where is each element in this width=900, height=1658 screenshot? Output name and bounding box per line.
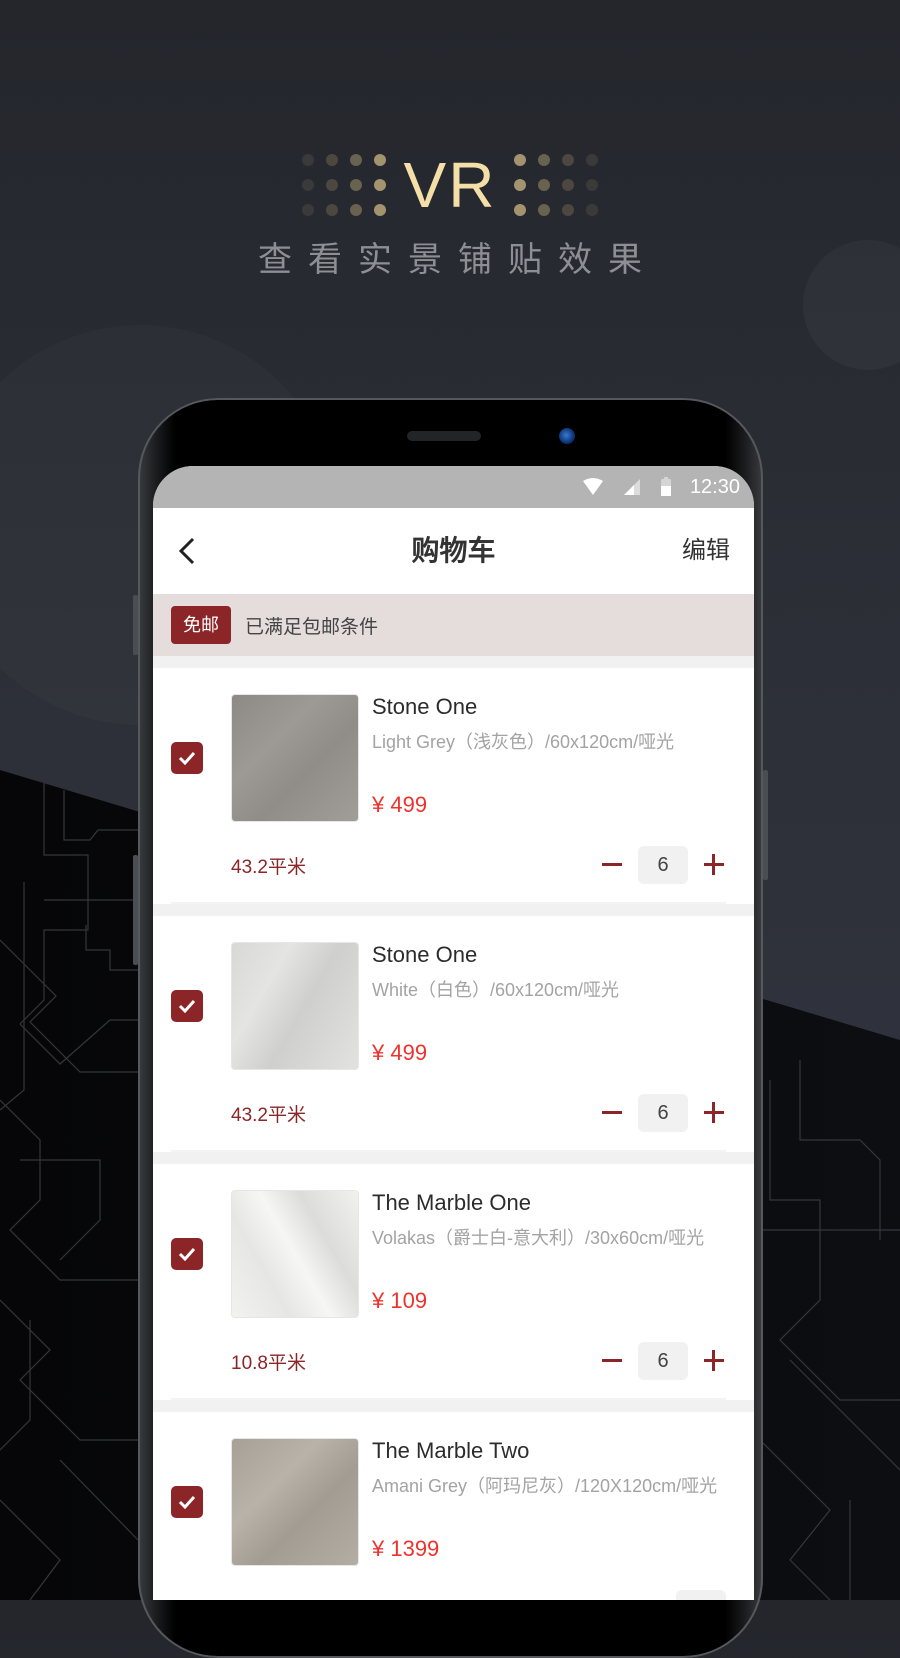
product-thumbnail[interactable] — [231, 942, 359, 1070]
checkmark-icon — [178, 1247, 196, 1261]
product-thumbnail[interactable] — [231, 694, 359, 822]
status-time: 12:30 — [689, 475, 740, 498]
product-spec: Volakas（爵士白-意大利）/30x60cm/哑光 — [372, 1228, 705, 1248]
product-name[interactable]: The Marble One — [372, 1190, 531, 1216]
product-spec: Light Grey（浅灰色）/60x120cm/哑光 — [372, 732, 675, 752]
power-button — [763, 770, 768, 880]
earpiece-speaker — [407, 431, 481, 441]
phone-screen: 12:30 购物车 编辑 免邮 已满足包邮条件 Stone One Light … — [153, 466, 754, 1600]
product-spec: White（白色）/60x120cm/哑光 — [372, 980, 620, 1000]
battery-icon — [660, 477, 671, 496]
decrease-button[interactable] — [600, 853, 624, 877]
cart-item: The Marble One Volakas（爵士白-意大利）/30x60cm/… — [153, 1164, 754, 1400]
bixby-button — [133, 855, 138, 965]
free-shipping-text: 已满足包邮条件 — [245, 616, 379, 638]
page-title: 购物车 — [411, 535, 496, 566]
free-shipping-banner: 免邮 已满足包邮条件 — [153, 594, 754, 656]
cellular-signal-icon — [623, 479, 640, 495]
quantity-stepper: 6 — [600, 846, 726, 884]
wifi-icon — [582, 478, 603, 495]
product-thumbnail[interactable] — [231, 1190, 359, 1318]
item-checkbox[interactable] — [171, 1238, 203, 1270]
hero-subtitle: 查看实景铺贴效果 — [258, 240, 658, 280]
item-checkbox[interactable] — [171, 990, 203, 1022]
increase-button[interactable] — [702, 1349, 726, 1373]
free-shipping-badge: 免邮 — [171, 606, 231, 644]
product-area: 10.8平米 — [231, 1353, 306, 1374]
quantity-stepper — [638, 1590, 726, 1600]
checkmark-icon — [178, 1495, 196, 1509]
checkmark-icon — [178, 999, 196, 1013]
product-name[interactable]: Stone One — [372, 694, 477, 720]
cart-item: Stone One Light Grey（浅灰色）/60x120cm/哑光 ¥ … — [153, 668, 754, 904]
cart-item: Stone One White（白色）/60x120cm/哑光 ¥ 499 43… — [153, 916, 754, 1152]
product-name[interactable]: Stone One — [372, 942, 477, 968]
volume-button — [133, 595, 138, 655]
dots-decoration-left — [301, 154, 386, 216]
quantity-value[interactable]: 6 — [638, 1094, 688, 1132]
front-camera — [559, 428, 575, 444]
quantity-value[interactable]: 6 — [638, 846, 688, 884]
item-checkbox[interactable] — [171, 742, 203, 774]
product-price: ¥ 499 — [372, 1040, 428, 1065]
quantity-stepper: 6 — [600, 1094, 726, 1132]
product-area: 43.2平米 — [231, 1105, 306, 1126]
status-bar: 12:30 — [153, 466, 754, 508]
product-spec: Amani Grey（阿玛尼灰）/120X120cm/哑光 — [372, 1476, 718, 1496]
hero-banner: VR 查看实景铺贴效果 — [0, 150, 900, 281]
quantity-stepper: 6 — [600, 1342, 726, 1380]
product-name[interactable]: The Marble Two — [372, 1438, 529, 1464]
increase-button[interactable] — [702, 853, 726, 877]
quantity-value[interactable]: 6 — [638, 1342, 688, 1380]
product-price: ¥ 499 — [372, 792, 428, 817]
product-price: ¥ 1399 — [372, 1536, 440, 1561]
navigation-bar: 购物车 编辑 — [153, 508, 754, 594]
decrease-button[interactable] — [600, 1101, 624, 1125]
decrease-button[interactable] — [600, 1349, 624, 1373]
vr-title: VR — [403, 149, 497, 221]
edit-button[interactable]: 编辑 — [682, 508, 730, 594]
increase-button[interactable] — [702, 1101, 726, 1125]
checkmark-icon — [178, 751, 196, 765]
product-price: ¥ 109 — [372, 1288, 428, 1313]
product-area: 43.2平米 — [231, 857, 306, 878]
item-checkbox[interactable] — [171, 1486, 203, 1518]
product-thumbnail[interactable] — [231, 1438, 359, 1566]
quantity-value[interactable] — [676, 1590, 726, 1600]
cart-item: The Marble Two Amani Grey（阿玛尼灰）/120X120c… — [153, 1412, 754, 1600]
dots-decoration-right — [514, 154, 599, 216]
